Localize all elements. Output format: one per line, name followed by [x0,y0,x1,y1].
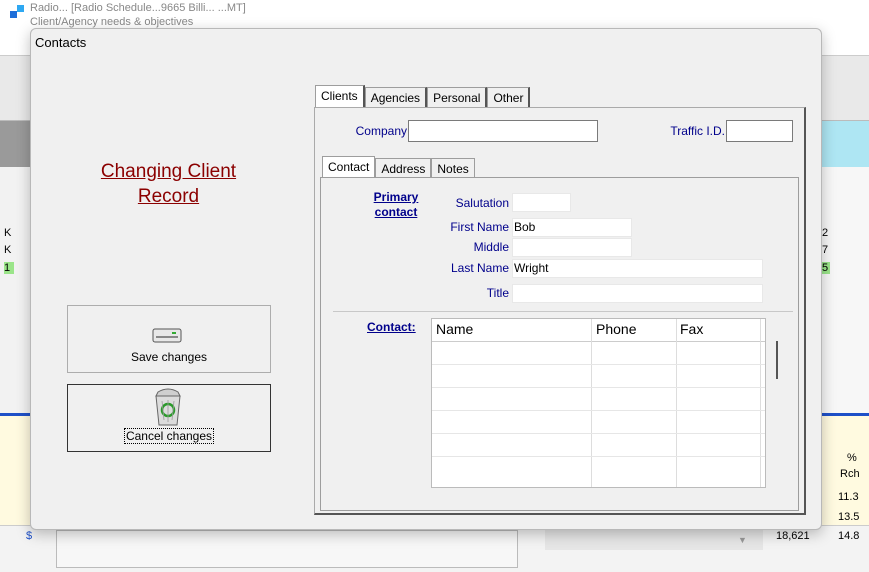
title-field[interactable] [512,284,763,303]
save-button-label: Save changes [130,350,208,364]
column-divider [676,319,677,487]
table-row[interactable] [432,410,765,411]
background-header-pct: % [847,452,857,464]
background-cell: 1 [4,262,15,274]
last-name-label: Last Name [450,261,509,275]
background-value: 11.3 [838,491,859,503]
background-cell: K [4,244,12,256]
column-divider [760,319,761,487]
table-row[interactable] [432,364,765,365]
column-header-name[interactable]: Name [436,321,473,337]
company-label: Company [355,124,407,138]
salutation-label: Salutation [455,196,509,210]
traffic-id-field[interactable] [726,120,793,142]
contacts-grid-header: Name Phone Fax [432,319,765,342]
background-cyan-panel [820,121,869,167]
company-field[interactable] [408,120,598,142]
middle-name-field[interactable] [512,238,632,257]
dialog-title: Contacts [35,35,87,50]
tab-clients[interactable]: Clients [315,85,365,108]
background-value: 14.8 [838,530,860,542]
column-header-fax[interactable]: Fax [680,321,703,337]
tab-notes[interactable]: Notes [431,158,475,179]
outer-tab-bar: Clients Agencies Personal Other [315,85,531,108]
background-dropdown[interactable] [545,528,763,550]
contacts-dialog: Contacts Changing Client Record Save cha… [30,28,822,530]
tab-agencies[interactable]: Agencies [364,87,428,108]
background-header-rch: Rch [840,468,860,480]
chevron-down-icon: ▼ [738,535,747,545]
first-name-label: First Name [450,220,509,234]
salutation-field[interactable] [512,193,571,212]
background-title-text: Radio... [Radio Schedule...9665 Billi...… [30,2,246,14]
page-title: Changing Client Record [100,161,237,207]
tab-other[interactable]: Other [487,87,531,108]
background-cell: 7 [822,244,829,256]
cancel-button-label: Cancel changes [123,428,215,444]
background-cell: K [4,227,12,239]
app-logo-icon [10,5,24,19]
tab-personal[interactable]: Personal [427,87,488,108]
background-dollar: $ [26,530,33,542]
save-drive-icon [152,328,182,343]
save-button[interactable]: Save changes [67,305,271,373]
table-row[interactable] [432,387,765,388]
tab-address[interactable]: Address [375,158,432,179]
column-header-phone[interactable]: Phone [596,321,636,337]
background-bottom-value: 18,621 [776,530,810,542]
inner-tab-bar: Contact Address Notes [322,156,475,179]
table-row[interactable] [432,456,765,457]
title-label: Title [486,286,509,300]
contacts-grid-link[interactable]: Contact: [367,320,431,335]
middle-name-label: Middle [473,240,509,254]
last-name-field[interactable]: Wright [512,259,763,278]
table-row[interactable] [432,433,765,434]
contacts-grid[interactable]: Name Phone Fax [431,318,766,488]
scrollbar-thumb[interactable] [776,341,778,379]
background-subtitle-text: Client/Agency needs & objectives [30,16,194,28]
column-divider [591,319,592,487]
divider [333,311,793,312]
background-box [56,530,518,568]
background-right-panel [820,167,869,417]
tab-contact[interactable]: Contact [322,156,376,179]
background-value: 13.5 [838,511,860,523]
recycle-bin-icon [155,388,181,426]
cancel-button[interactable]: Cancel changes [67,384,271,452]
traffic-id-label: Traffic I.D. [670,124,725,138]
background-cell: 2 [822,227,829,239]
first-name-field[interactable]: Bob [512,218,632,237]
background-left-panel [0,167,33,417]
